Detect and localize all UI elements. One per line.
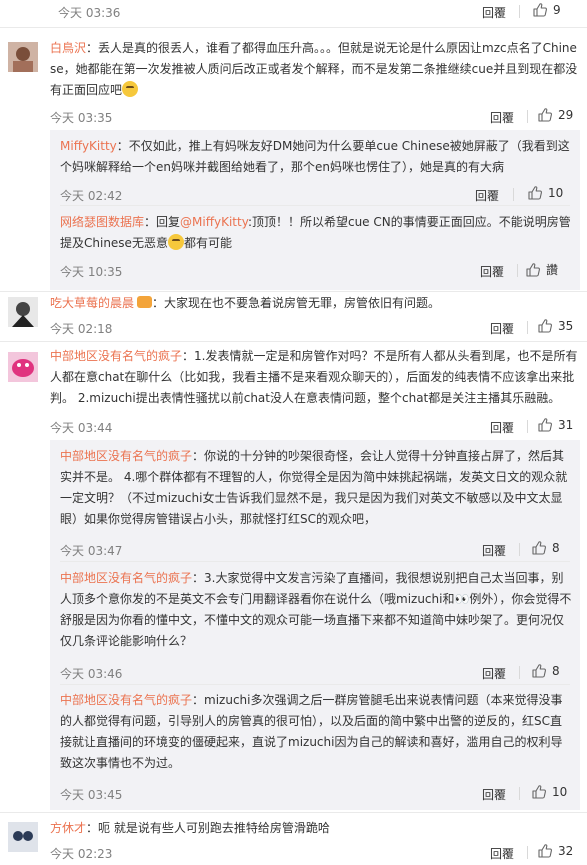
- like-count: 35: [558, 319, 574, 333]
- reply-list: MiffyKitty：不仅如此，推上有妈咪友好DM她问为什么要单cue Chin…: [50, 130, 580, 290]
- comment-time: 今天 03:44: [50, 421, 113, 435]
- like-button[interactable]: 32: [537, 843, 573, 859]
- reply-button[interactable]: 回覆: [475, 187, 499, 204]
- like-count: 8: [552, 664, 560, 678]
- reply-time: 今天 03:46: [60, 667, 123, 681]
- like-button[interactable]: 35: [537, 318, 573, 334]
- divider: [527, 321, 528, 334]
- like-button[interactable]: 8: [531, 663, 560, 679]
- reply-button[interactable]: 回覆: [490, 419, 514, 436]
- divider: [60, 205, 570, 206]
- comment-time: 今天 03:36: [58, 6, 121, 20]
- like-count: 32: [558, 844, 574, 858]
- reply-prefix: ：回复: [144, 215, 181, 229]
- comment-author[interactable]: 吃大草莓的晨晨: [50, 296, 134, 310]
- comment-author[interactable]: 白鳥沢: [50, 41, 86, 55]
- like-count: 讚: [546, 263, 559, 277]
- divider: [519, 787, 520, 800]
- reply-author[interactable]: 中部地区没有名气的疯子: [60, 693, 192, 707]
- like-count: 10: [548, 186, 564, 200]
- like-count: 9: [553, 3, 561, 17]
- thumbs-up-icon: [531, 540, 547, 556]
- divider: [519, 666, 520, 679]
- divider: [519, 5, 520, 18]
- like-count: 31: [558, 418, 574, 432]
- divider: [517, 264, 518, 277]
- comment-text: ：大家现在也不要急着说房管无罪，房管依旧有问题。: [152, 296, 441, 310]
- thumbs-up-icon: [537, 318, 553, 334]
- like-count: 10: [552, 785, 568, 799]
- comment-author[interactable]: 方休才: [50, 821, 86, 835]
- reply-author[interactable]: MiffyKitty: [60, 139, 117, 153]
- emoji-icon: [122, 81, 139, 97]
- thumbs-up-icon: [531, 784, 547, 800]
- reply-button[interactable]: 回覆: [482, 542, 506, 559]
- divider: [0, 812, 587, 813]
- divider: [527, 110, 528, 123]
- reply-time: 今天 03:47: [60, 544, 123, 558]
- divider: [60, 684, 570, 685]
- like-button[interactable]: 10: [531, 784, 567, 800]
- like-button[interactable]: 29: [537, 107, 573, 123]
- divider: [527, 420, 528, 433]
- reply-list: 中部地区没有名气的疯子：你说的十分钟的吵架很奇怪，会让人觉得十分钟直接占屏了，然…: [50, 440, 580, 810]
- like-count: 29: [558, 108, 574, 122]
- reply-author[interactable]: 中部地区没有名气的疯子: [60, 449, 192, 463]
- comment-time: 今天 02:18: [50, 322, 113, 336]
- reply-text: ：不仅如此，推上有妈咪友好DM她问为什么要单cue Chinese被她屏蔽了（我…: [60, 139, 570, 174]
- reply-button[interactable]: 回覆: [482, 786, 506, 803]
- reply-author[interactable]: 中部地区没有名气的疯子: [60, 571, 192, 585]
- divider: [519, 543, 520, 556]
- thumbs-up-icon: [525, 262, 541, 278]
- thumbs-up-icon: [537, 843, 553, 859]
- thumbs-up-icon: [537, 107, 553, 123]
- like-button[interactable]: 8: [531, 540, 560, 556]
- avatar[interactable]: [8, 352, 38, 382]
- reply-time: 今天 02:42: [60, 189, 123, 203]
- reply-author[interactable]: 网络瑟图数据库: [60, 215, 144, 229]
- thumbs-up-icon: [527, 185, 543, 201]
- divider: [0, 291, 587, 292]
- comment-author[interactable]: 中部地区没有名气的疯子: [50, 349, 182, 363]
- like-button[interactable]: 9: [532, 2, 561, 18]
- like-button[interactable]: 31: [537, 417, 573, 433]
- vip-badge-icon: [137, 296, 153, 308]
- like-button[interactable]: 讚: [525, 261, 558, 278]
- emoji-icon: [167, 234, 184, 250]
- reply-time: 今天 10:35: [60, 265, 123, 279]
- reply-time: 今天 03:45: [60, 788, 123, 802]
- like-count: 8: [552, 541, 560, 555]
- avatar[interactable]: [8, 42, 38, 72]
- comment-text: ：呃 就是说有些人可别跑去推特给房管滑跪哈: [86, 821, 330, 835]
- reply-button[interactable]: 回覆: [480, 263, 504, 280]
- reply-text-end: 都有可能: [183, 236, 232, 250]
- divider: [0, 27, 587, 28]
- reply-button[interactable]: 回覆: [482, 4, 506, 21]
- reply-button[interactable]: 回覆: [490, 320, 514, 337]
- reply-button[interactable]: 回覆: [490, 109, 514, 126]
- divider: [0, 341, 587, 342]
- comment-time: 今天 02:23: [50, 847, 113, 861]
- divider: [513, 188, 514, 201]
- thumbs-up-icon: [532, 2, 548, 18]
- comment-time: 今天 03:35: [50, 111, 113, 125]
- reply-button[interactable]: 回覆: [490, 845, 514, 862]
- reply-button[interactable]: 回覆: [482, 665, 506, 682]
- mention-link[interactable]: @MiffyKitty: [180, 215, 248, 229]
- thumbs-up-icon: [537, 417, 553, 433]
- divider: [527, 846, 528, 859]
- divider: [60, 561, 570, 562]
- like-button[interactable]: 10: [527, 185, 563, 201]
- thumbs-up-icon: [531, 663, 547, 679]
